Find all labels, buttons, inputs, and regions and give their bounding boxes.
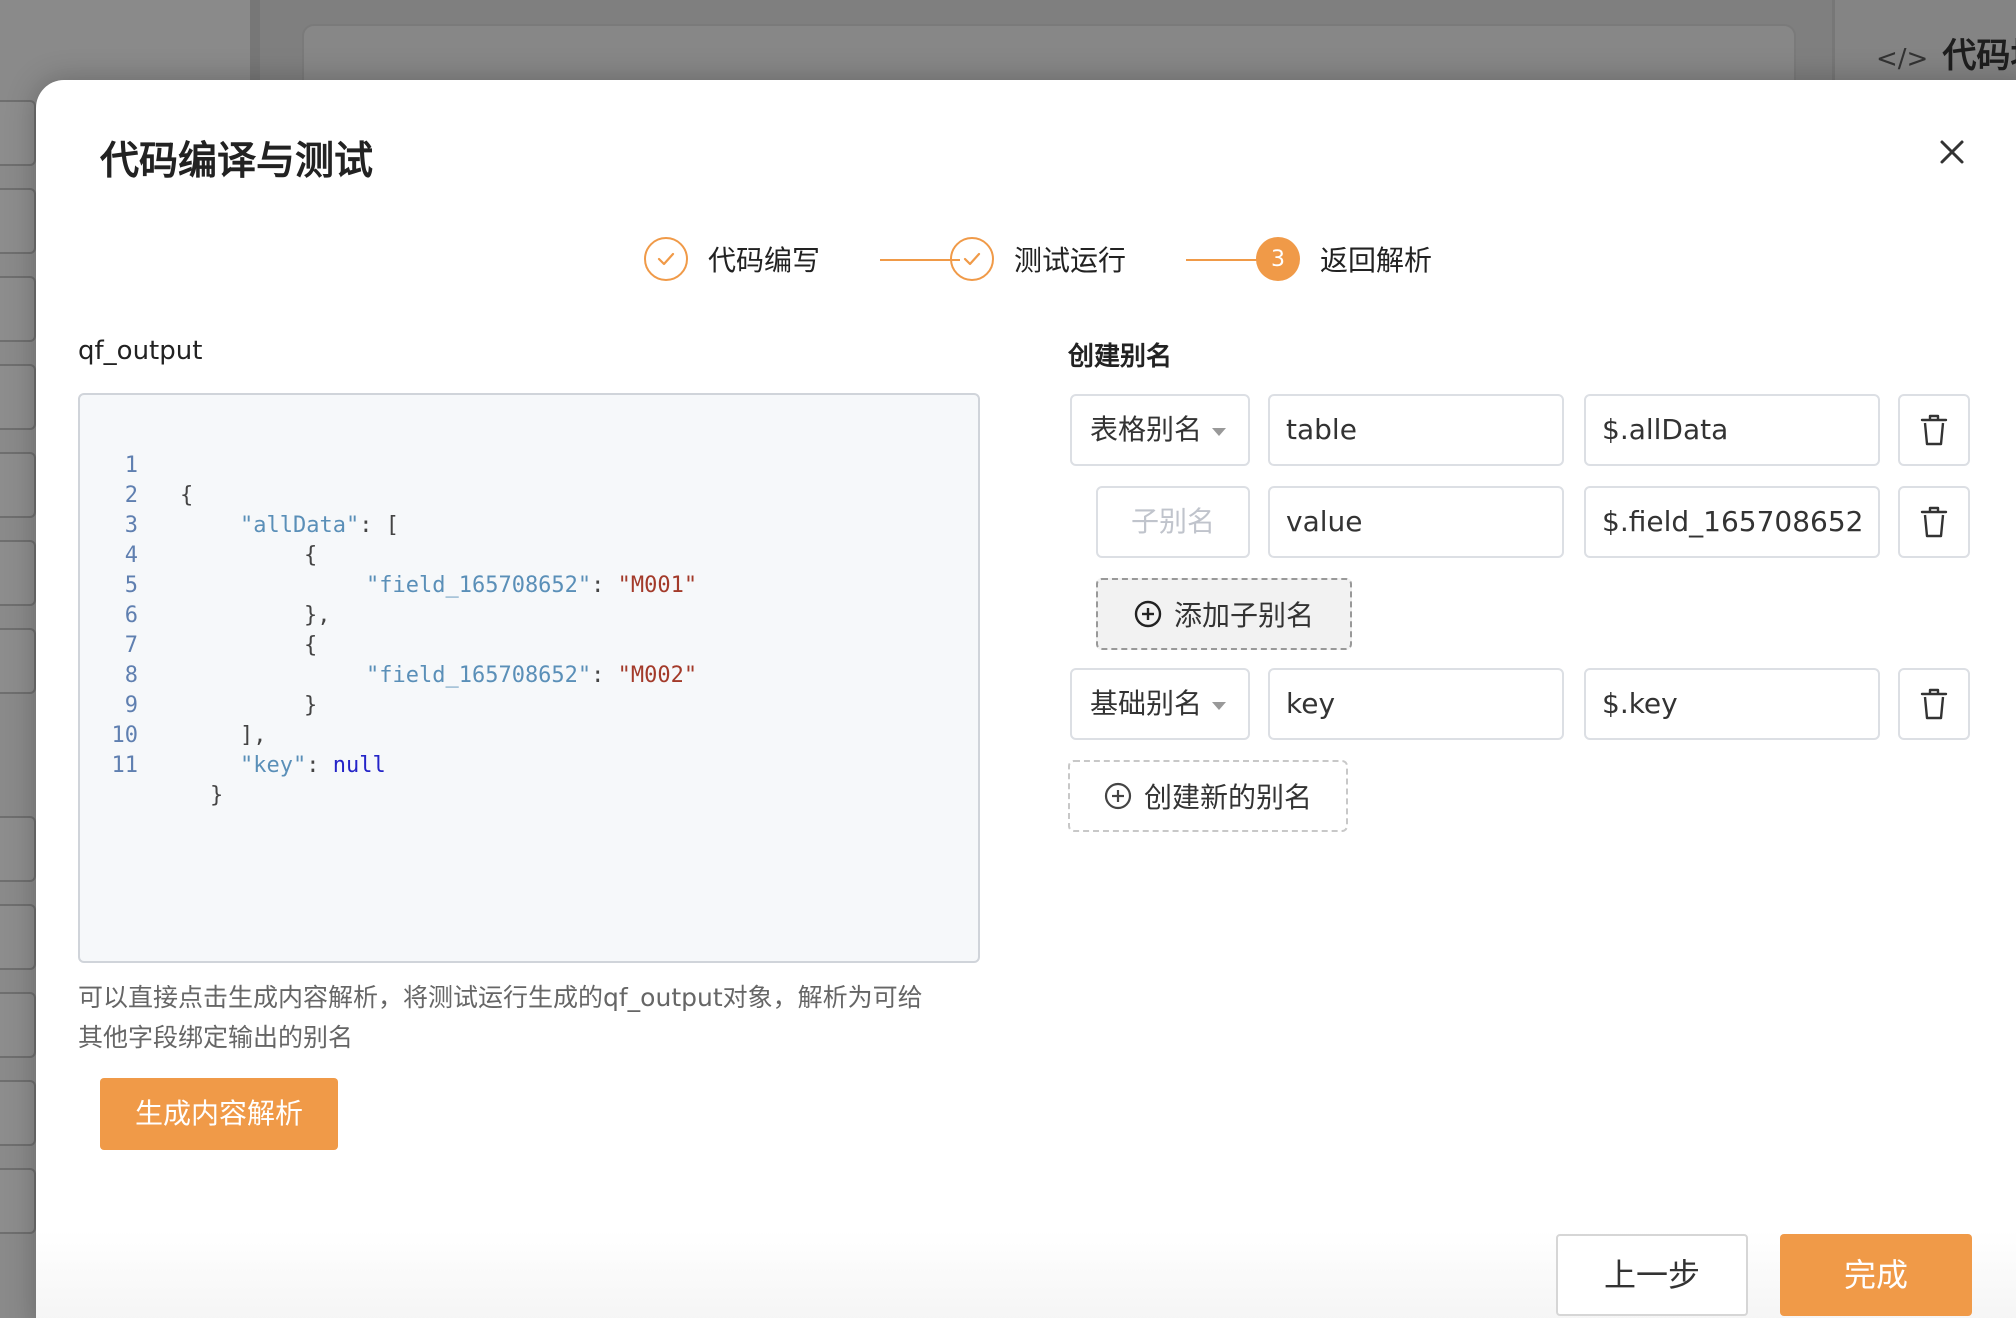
step-code-writing: 代码编写 xyxy=(644,234,820,284)
step-label: 代码编写 xyxy=(708,244,821,277)
plus-circle-icon xyxy=(1134,600,1162,628)
check-icon xyxy=(644,237,688,281)
background-rail-item xyxy=(0,1080,36,1146)
code-line: 9 ], xyxy=(124,693,267,748)
alias-name-input[interactable]: table xyxy=(1268,394,1564,466)
create-new-alias-button[interactable]: 创建新的别名 xyxy=(1068,760,1348,832)
code-line: 2 "allData": [ xyxy=(124,483,399,538)
background-rail-item xyxy=(0,364,36,430)
background-code-panel-title: </>代码块 xyxy=(1876,36,2016,76)
close-button[interactable] xyxy=(1932,132,1972,172)
background-rail-item xyxy=(0,904,36,970)
parse-hint-text: 可以直接点击生成内容解析，将测试运行生成的qf_output对象，解析为可给 其… xyxy=(78,983,923,1052)
child-alias-name-input[interactable]: value xyxy=(1268,486,1564,558)
alias-name-input[interactable]: key xyxy=(1268,668,1564,740)
step-number-badge: 3 xyxy=(1256,237,1300,281)
code-compile-test-dialog: 代码编译与测试 代码编写 测试运行 3 返回解析 qf_output 1 {2… xyxy=(36,80,2016,1318)
dialog-title: 代码编译与测试 xyxy=(100,139,374,184)
background-rail-item xyxy=(0,276,36,342)
background-rail-item xyxy=(0,540,36,606)
previous-step-button[interactable]: 上一步 xyxy=(1556,1234,1748,1316)
background-rail-item xyxy=(0,1168,36,1234)
alias-path-input[interactable]: $.key xyxy=(1584,668,1880,740)
code-line: 6 { xyxy=(124,603,318,658)
code-icon: </> xyxy=(1876,44,1929,74)
step-connector xyxy=(880,259,960,261)
code-line: 11 } xyxy=(111,753,224,808)
add-child-alias-button[interactable]: 添加子别名 xyxy=(1096,578,1352,650)
code-line: 1 { xyxy=(124,453,194,508)
alias-path-input[interactable]: $.allData xyxy=(1584,394,1880,466)
trash-icon xyxy=(1920,506,1948,538)
background-rail-item xyxy=(0,452,36,518)
child-alias-path-input[interactable]: $.field_165708652 xyxy=(1584,486,1880,558)
caret-down-icon xyxy=(1212,428,1226,436)
step-label: 测试运行 xyxy=(1014,244,1127,277)
trash-icon xyxy=(1920,688,1948,720)
code-editor[interactable]: 1 { 2 "allData": [ 3 { 4 "field_16570865… xyxy=(78,393,980,963)
background-rail-item xyxy=(0,100,36,166)
plus-circle-icon xyxy=(1104,782,1132,810)
child-alias-placeholder[interactable]: 子别名 xyxy=(1096,486,1250,558)
generate-parse-button[interactable]: 生成内容解析 xyxy=(100,1078,338,1150)
background-rail-item xyxy=(0,188,36,254)
alias-type-select[interactable]: 表格别名 xyxy=(1070,394,1250,466)
step-test-run: 测试运行 xyxy=(950,234,1126,284)
code-line: 5 }, xyxy=(124,573,331,628)
alias-type-select[interactable]: 基础别名 xyxy=(1070,668,1250,740)
finish-button[interactable]: 完成 xyxy=(1780,1234,1972,1316)
step-connector xyxy=(1186,259,1266,261)
check-icon xyxy=(950,237,994,281)
step-return-parse: 3 返回解析 xyxy=(1256,234,1432,284)
delete-alias-button[interactable] xyxy=(1898,668,1970,740)
code-line: 4 "field_165708652": "M001" xyxy=(124,543,698,598)
code-line: 8 } xyxy=(124,663,318,718)
delete-alias-button[interactable] xyxy=(1898,394,1970,466)
code-line: 7 "field_165708652": "M002" xyxy=(124,633,698,688)
qf-output-label: qf_output xyxy=(78,336,203,366)
create-alias-title: 创建别名 xyxy=(1068,342,1173,372)
trash-icon xyxy=(1920,414,1948,446)
background-rail-item xyxy=(0,816,36,882)
code-line: 10 "key": null xyxy=(111,723,386,778)
close-icon xyxy=(1940,140,1964,164)
background-rail-item xyxy=(0,992,36,1058)
step-label: 返回解析 xyxy=(1320,244,1433,277)
delete-child-alias-button[interactable] xyxy=(1898,486,1970,558)
code-line: 3 { xyxy=(124,513,318,568)
caret-down-icon xyxy=(1212,702,1226,710)
background-rail-item xyxy=(0,628,36,694)
